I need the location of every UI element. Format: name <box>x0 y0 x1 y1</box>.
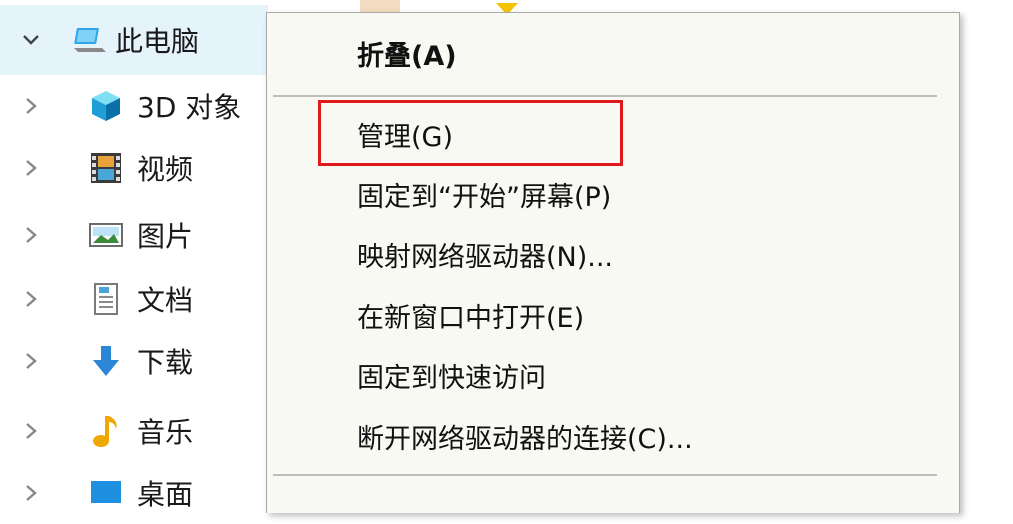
context-menu: 折叠(A) 管理(G) 固定到“开始”屏幕(P) 映射网络驱动器(N)... 在… <box>266 12 960 513</box>
chevron-right-icon[interactable] <box>20 420 42 442</box>
nav-item-label: 此电脑 <box>115 25 200 58</box>
3d-objects-icon <box>88 88 124 124</box>
nav-item-label: 图片 <box>137 220 194 253</box>
menu-item-open-in-new-window[interactable]: 在新窗口中打开(E) <box>267 290 959 348</box>
menu-item-pin-to-quick-access[interactable]: 固定到快速访问 <box>267 350 959 408</box>
nav-item-label: 3D 对象 <box>137 91 242 124</box>
menu-item-disconnect-network-drive[interactable]: 断开网络驱动器的连接(C)... <box>267 411 959 469</box>
desktop-icon <box>88 475 124 511</box>
menu-item-pin-to-start[interactable]: 固定到“开始”屏幕(P) <box>267 169 959 227</box>
documents-icon <box>88 281 124 317</box>
chevron-right-icon[interactable] <box>20 224 42 246</box>
nav-item-3d-objects[interactable]: 3D 对象 <box>0 75 268 137</box>
background-arrow-icon <box>488 0 528 15</box>
chevron-right-icon[interactable] <box>20 350 42 372</box>
nav-item-desktop[interactable]: 桌面 <box>0 462 268 524</box>
music-icon <box>88 413 124 449</box>
menu-separator <box>273 95 937 97</box>
nav-item-this-pc[interactable]: 此电脑 <box>0 5 268 75</box>
nav-item-label: 音乐 <box>137 416 194 449</box>
menu-item-map-network-drive[interactable]: 映射网络驱动器(N)... <box>267 229 959 287</box>
navigation-pane: 此电脑 3D 对象 视频 图片 文档 下载 音乐 桌面 <box>0 0 268 511</box>
menu-separator <box>273 474 937 476</box>
nav-item-label: 下载 <box>137 346 194 379</box>
downloads-icon <box>88 343 124 379</box>
nav-item-pictures[interactable]: 图片 <box>0 204 268 266</box>
videos-icon <box>88 150 124 186</box>
chevron-right-icon[interactable] <box>20 157 42 179</box>
nav-item-videos[interactable]: 视频 <box>0 137 268 199</box>
nav-item-label: 视频 <box>137 153 194 186</box>
nav-item-label: 桌面 <box>137 478 194 511</box>
nav-item-music[interactable]: 音乐 <box>0 400 268 462</box>
nav-item-documents[interactable]: 文档 <box>0 268 268 330</box>
nav-item-downloads[interactable]: 下载 <box>0 330 268 392</box>
chevron-right-icon[interactable] <box>20 482 42 504</box>
highlight-annotation <box>318 100 623 166</box>
chevron-right-icon[interactable] <box>20 95 42 117</box>
pictures-icon <box>88 217 124 253</box>
chevron-right-icon[interactable] <box>20 288 42 310</box>
menu-item-collapse[interactable]: 折叠(A) <box>267 28 959 86</box>
chevron-down-icon[interactable] <box>20 29 42 51</box>
nav-item-label: 文档 <box>137 284 194 317</box>
computer-icon <box>72 22 108 58</box>
